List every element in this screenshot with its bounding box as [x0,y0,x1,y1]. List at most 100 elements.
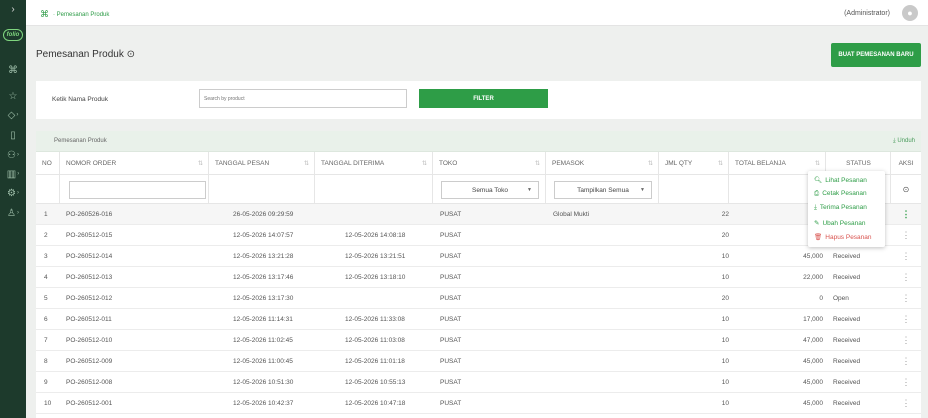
sidebar-item-chart[interactable]: ▥ › [0,166,26,182]
filter-cell-toko: Semua Toko ▼ [433,175,546,204]
cell-total: 45,000 [803,253,823,260]
column-header-1[interactable]: NOMOR ORDER ⇅ [60,152,209,175]
sort-icon[interactable]: ⇅ [304,160,309,167]
menu-item-lihat-pesanan[interactable]: 🔍︎ Lihat Pesanan [814,176,867,184]
table-row[interactable]: 5 PO-260512-012 12-05-2026 13:17:30 PUSAT 20… [36,288,921,309]
cell-total: 45,000 [803,400,823,407]
table-row[interactable]: 10 PO-260512-001 12-05-2026 10:42:37 12-05-… [36,393,921,414]
cell-status: Received [833,274,861,281]
user-icon: ● [907,8,913,18]
avatar[interactable]: ● [902,5,918,21]
cell-no: 1 [44,211,48,218]
create-order-button[interactable]: BUAT PEMESANAN BARU [831,43,921,67]
sort-icon[interactable]: ⇅ [422,160,427,167]
more-vertical-icon[interactable]: ⋮ [902,251,911,261]
order-number-filter-input[interactable] [69,181,206,199]
cell-qty: 10 [721,253,729,260]
row-actions-button[interactable]: ⋮ [891,309,921,330]
cell-no: 8 [44,358,48,365]
filter-cell-order [60,175,209,204]
row-actions-button[interactable]: ⋮ [891,372,921,393]
row-actions-button[interactable]: ⋮ [891,330,921,351]
column-header-4[interactable]: TOKO ⇅ [433,152,546,175]
cell-toko: PUSAT [440,232,462,239]
breadcrumb-current[interactable]: · Pemesanan Produk [53,12,109,18]
sidebar-item-tablet[interactable]: ▯ [0,127,26,143]
row-actions-button[interactable]: ⋮ [891,246,921,267]
cell-pesan: 12-05-2026 11:02:45 [233,337,293,344]
sidebar-item-users[interactable]: ⚇ › [0,147,26,163]
column-header-3[interactable]: TANGGAL DITERIMA ⇅ [315,152,433,175]
cell-terima: 12-05-2026 10:47:18 [345,400,406,407]
cell-order: PO-260512-011 [66,316,112,323]
more-vertical-icon[interactable]: ⋮ [902,272,911,282]
app-logo[interactable]: folio [3,29,23,41]
row-actions-button[interactable]: ⋮ [891,351,921,372]
column-header-label: TOKO [439,159,458,167]
table-row[interactable]: 3 PO-260512-014 12-05-2026 13:21:28 12-05-2… [36,246,921,267]
menu-item-cetak-pesanan[interactable]: ⎙ Cetak Pesanan [814,190,867,198]
table-row[interactable]: 7 PO-260512-010 12-05-2026 11:02:45 12-05-2… [36,330,921,351]
cell-qty: 10 [721,337,729,344]
sidebar-toggle-button[interactable]: › [0,0,26,18]
menu-item-hapus-pesanan[interactable]: 🗑︎ Hapus Pesanan [814,233,872,241]
store-select[interactable]: Semua Toko ▼ [441,181,539,199]
filter-button[interactable]: FILTER [419,89,548,108]
more-vertical-icon[interactable]: ⋮ [902,398,911,408]
sidebar-item-settings[interactable]: ⚙ › [0,185,26,201]
product-search-input[interactable] [199,89,407,108]
table-row[interactable]: 2 PO-260512-015 12-05-2026 14:07:57 12-05-2… [36,225,921,246]
more-vertical-icon[interactable]: ⋮ [902,230,911,240]
command-icon[interactable]: ⌘ [40,9,49,20]
row-actions-button[interactable]: ⋮ [891,267,921,288]
column-header-0[interactable]: NO [36,152,60,175]
cell-pesan: 12-05-2026 13:21:28 [233,253,294,260]
column-header-9[interactable]: AKSI [891,152,921,175]
more-vertical-icon[interactable]: ⋮ [902,314,911,324]
menu-item-ubah-pesanan[interactable]: ✎ Ubah Pesanan [814,219,865,227]
sort-icon[interactable]: ⇅ [648,160,653,167]
more-vertical-icon[interactable]: ⋮ [902,335,911,345]
sort-icon[interactable]: ⇅ [718,160,723,167]
table-row[interactable]: 1 PO-260526-016 26-05-2026 09:29:59 PUSAT Gl… [36,204,921,225]
cell-total: 47,000 [803,337,823,344]
menu-item-label: Terima Pesanan [819,204,867,212]
table-row[interactable]: 8 PO-260512-009 12-05-2026 11:00:45 12-05-2… [36,351,921,372]
sidebar-item-box[interactable]: ◇ › [0,107,26,123]
filter-cell-pesan [209,175,315,204]
cell-terima: 12-05-2026 11:03:08 [345,337,405,344]
row-actions-button[interactable]: ⋮ [891,204,921,225]
table-row[interactable]: 6 PO-260512-011 12-05-2026 11:14:31 12-05-2… [36,309,921,330]
cell-qty: 10 [721,274,729,281]
user-icon: ♙ [7,207,16,219]
more-vertical-icon[interactable]: ⋮ [902,377,911,387]
table-row[interactable]: 9 PO-260512-008 12-05-2026 10:51:30 12-05-2… [36,372,921,393]
column-header-6[interactable]: JML QTY ⇅ [659,152,729,175]
supplier-select[interactable]: Tampilkan Semua ▼ [554,181,652,199]
menu-item-label: Ubah Pesanan [822,219,866,227]
column-header-2[interactable]: TANGGAL PESAN ⇅ [209,152,315,175]
more-vertical-icon[interactable]: ⋮ [902,356,911,366]
table-row[interactable]: 4 PO-260512-013 12-05-2026 13:17:46 12-05-2… [36,267,921,288]
cell-terima: 12-05-2026 11:33:08 [345,316,405,323]
sidebar-item-command[interactable]: ⌘ [0,62,26,78]
row-actions-button[interactable]: ⋮ [891,393,921,414]
sidebar-item-user[interactable]: ♙ › [0,205,26,221]
cell-pesan: 12-05-2026 11:00:45 [233,358,293,365]
sort-icon[interactable]: ⇅ [535,160,540,167]
chevron-right-icon: › [16,190,19,196]
menu-item-terima-pesanan[interactable]: ⤓ Terima Pesanan [814,204,867,212]
sort-icon[interactable]: ⇅ [198,160,203,167]
cell-order: PO-260512-015 [66,232,113,239]
row-actions-button[interactable]: ⋮ [891,288,921,309]
more-vertical-icon[interactable]: ⋮ [902,209,911,219]
sort-icon[interactable]: ⇅ [815,160,820,167]
reset-filter-icon[interactable]: ⊙ [891,175,921,204]
more-vertical-icon[interactable]: ⋮ [902,293,911,303]
column-header-5[interactable]: PEMASOK ⇅ [546,152,659,175]
cell-total: 45,000 [803,379,823,386]
sidebar-item-star[interactable]: ☆ [0,88,26,104]
row-actions-button[interactable]: ⋮ [891,225,921,246]
download-button[interactable]: ⤓ Unduh [893,138,915,145]
filter-row: Semua Toko ▼ Tampilkan Semua ▼ ⊙ [36,175,921,204]
